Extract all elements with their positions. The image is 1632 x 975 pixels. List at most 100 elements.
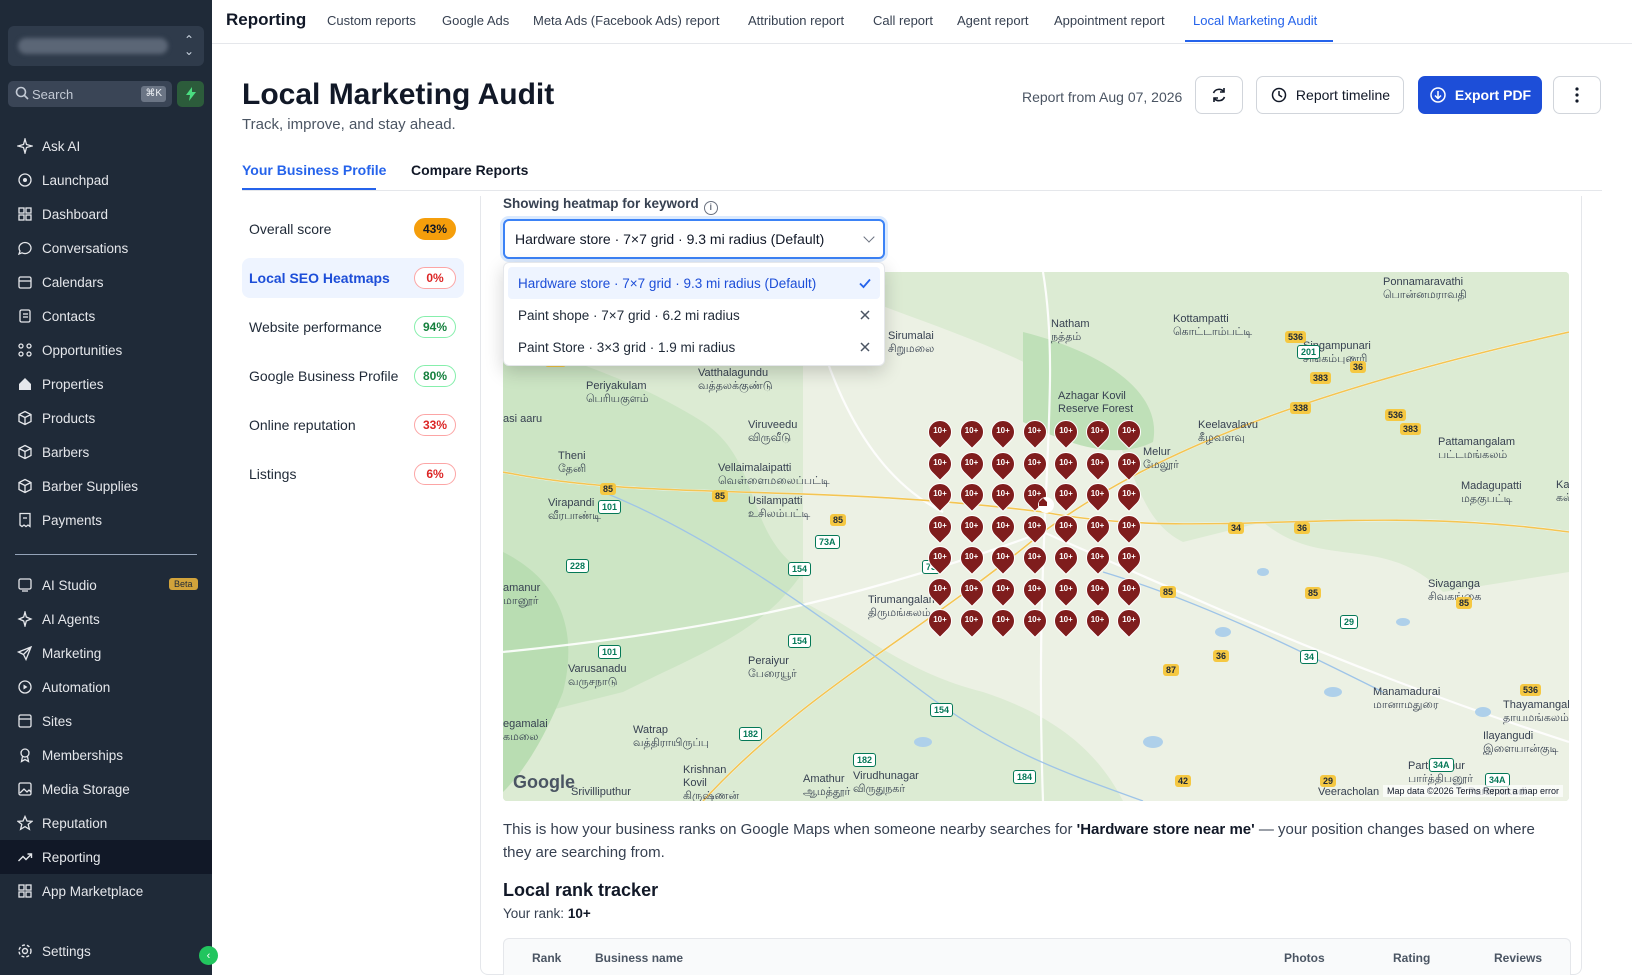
- heatmap-pin[interactable]: 10+: [986, 478, 1020, 515]
- heatmap-pin[interactable]: 10+: [1112, 604, 1146, 641]
- heatmap-pin[interactable]: 10+: [1049, 604, 1083, 641]
- tab-custom-reports[interactable]: Custom reports: [327, 13, 416, 28]
- heatmap-pin[interactable]: 10+: [954, 478, 989, 515]
- heatmap-pin[interactable]: 10+: [1049, 572, 1083, 610]
- tab-call-report[interactable]: Call report: [873, 13, 933, 28]
- remove-keyword-icon[interactable]: [858, 308, 872, 322]
- heatmap-pin[interactable]: 10+: [1080, 541, 1115, 578]
- heatmap-pin[interactable]: 10+: [923, 509, 957, 547]
- sidebar-item-dashboard[interactable]: Dashboard: [0, 197, 212, 231]
- sidebar-item-products[interactable]: Products: [0, 401, 212, 435]
- heatmap-pin[interactable]: 10+: [1112, 541, 1146, 578]
- sidebar-item-ask-ai[interactable]: Ask AI: [0, 129, 212, 163]
- heatmap-pin[interactable]: 10+: [1112, 415, 1146, 452]
- heatmap-pin[interactable]: 10+: [1080, 604, 1115, 641]
- score-item-google-business-profile[interactable]: Google Business Profile 80%: [242, 356, 464, 396]
- sidebar-item-ai-agents[interactable]: AI Agents: [0, 602, 212, 636]
- heatmap-pin[interactable]: 10+: [954, 604, 989, 641]
- account-switcher[interactable]: ⌃ ⌄: [8, 26, 204, 66]
- sidebar-item-settings[interactable]: Settings: [0, 934, 212, 968]
- keyword-option[interactable]: Paint Store · 3×3 grid · 1.9 mi radius: [508, 331, 880, 363]
- heatmap-pin[interactable]: 10+: [1017, 572, 1052, 610]
- info-icon[interactable]: i: [703, 201, 718, 215]
- sidebar-item-launchpad[interactable]: Launchpad: [0, 163, 212, 197]
- heatmap-pin[interactable]: 10+: [986, 446, 1020, 484]
- heatmap-pin[interactable]: 10+: [954, 572, 989, 610]
- sidebar-item-app-marketplace[interactable]: App Marketplace: [0, 874, 212, 908]
- sidebar-item-memberships[interactable]: Memberships: [0, 738, 212, 772]
- heatmap-pin[interactable]: 10+: [954, 446, 989, 484]
- score-item-website-performance[interactable]: Website performance 94%: [242, 307, 464, 347]
- column-photos[interactable]: Photos: [1284, 951, 1325, 965]
- heatmap-pin[interactable]: 10+: [954, 541, 989, 578]
- keyword-option[interactable]: Hardware store · 7×7 grid · 9.3 mi radiu…: [508, 267, 880, 299]
- heatmap-pin[interactable]: 10+: [1112, 478, 1146, 515]
- sidebar-item-reputation[interactable]: Reputation: [0, 806, 212, 840]
- sidebar-item-sites[interactable]: Sites: [0, 704, 212, 738]
- heatmap-pin[interactable]: 10+: [923, 541, 957, 578]
- heatmap-pin[interactable]: 10+: [954, 415, 989, 452]
- heatmap-pin[interactable]: 10+: [986, 604, 1020, 641]
- tab-compare-reports[interactable]: Compare Reports: [411, 162, 528, 178]
- collapse-sidebar-button[interactable]: ‹: [199, 946, 218, 965]
- sidebar-item-barber-supplies[interactable]: Barber Supplies: [0, 469, 212, 503]
- tab-agent-report[interactable]: Agent report: [957, 13, 1029, 28]
- heatmap-pin[interactable]: 10+: [1017, 415, 1052, 452]
- sidebar-item-opportunities[interactable]: Opportunities: [0, 333, 212, 367]
- score-item-online-reputation[interactable]: Online reputation 33%: [242, 405, 464, 445]
- heatmap-pin[interactable]: 10+: [1112, 572, 1146, 610]
- report-timeline-button[interactable]: Report timeline: [1256, 76, 1404, 114]
- heatmap-pin[interactable]: 10+: [923, 446, 957, 484]
- refresh-button[interactable]: [1195, 76, 1243, 114]
- export-pdf-button[interactable]: Export PDF: [1418, 76, 1542, 114]
- heatmap-pin[interactable]: 10+: [1049, 478, 1083, 515]
- sidebar-item-barbers[interactable]: Barbers: [0, 435, 212, 469]
- sidebar-item-conversations[interactable]: Conversations: [0, 231, 212, 265]
- sidebar-item-marketing[interactable]: Marketing: [0, 636, 212, 670]
- search-input[interactable]: Search ⌘K: [8, 81, 172, 107]
- heatmap-pin[interactable]: 10+: [1017, 509, 1052, 547]
- heatmap-pin[interactable]: 10+: [986, 415, 1020, 452]
- score-item-overall-score[interactable]: Overall score 43%: [242, 209, 464, 249]
- heatmap-pin[interactable]: 10+: [1049, 415, 1083, 452]
- heatmap-pin[interactable]: 10+: [1080, 478, 1115, 515]
- sidebar-item-automation[interactable]: Automation: [0, 670, 212, 704]
- sidebar-item-calendars[interactable]: Calendars: [0, 265, 212, 299]
- column-reviews[interactable]: Reviews: [1494, 951, 1542, 965]
- sidebar-item-contacts[interactable]: Contacts: [0, 299, 212, 333]
- sidebar-item-ai-studio[interactable]: AI Studio Beta: [0, 568, 212, 602]
- heatmap-pin[interactable]: 10+: [1049, 541, 1083, 578]
- tab-google-ads[interactable]: Google Ads: [442, 13, 509, 28]
- more-options-button[interactable]: [1553, 76, 1601, 114]
- heatmap-pin[interactable]: 10+: [1017, 604, 1052, 641]
- keyword-select[interactable]: Hardware store · 7×7 grid · 9.3 mi radiu…: [503, 219, 885, 259]
- keyword-option[interactable]: Paint shope · 7×7 grid · 6.2 mi radius: [508, 299, 880, 331]
- sidebar-item-properties[interactable]: Properties: [0, 367, 212, 401]
- column-rank[interactable]: Rank: [532, 951, 561, 965]
- heatmap-pin[interactable]: 10+: [1080, 509, 1115, 547]
- heatmap-pin[interactable]: 10+: [1017, 446, 1052, 484]
- tab-meta-ads-facebook-ads-report[interactable]: Meta Ads (Facebook Ads) report: [533, 13, 719, 28]
- tab-your-business-profile[interactable]: Your Business Profile: [242, 162, 386, 178]
- sidebar-item-payments[interactable]: Payments: [0, 503, 212, 537]
- heatmap-pin[interactable]: 10+: [1080, 572, 1115, 610]
- score-item-listings[interactable]: Listings 6%: [242, 454, 464, 494]
- heatmap-pin[interactable]: 10+: [923, 604, 957, 641]
- heatmap-pin[interactable]: 10+: [986, 509, 1020, 547]
- sidebar-item-reporting[interactable]: Reporting: [0, 840, 212, 874]
- heatmap-pin[interactable]: 10+: [986, 572, 1020, 610]
- heatmap-pin[interactable]: 10+: [923, 415, 957, 452]
- quick-action-button[interactable]: [177, 81, 204, 107]
- heatmap-pin[interactable]: 10+: [986, 541, 1020, 578]
- heatmap-pin[interactable]: 10+: [1112, 446, 1146, 484]
- tab-local-marketing-audit[interactable]: Local Marketing Audit: [1193, 13, 1317, 28]
- heatmap-pin[interactable]: 10+: [923, 478, 957, 515]
- tab-attribution-report[interactable]: Attribution report: [748, 13, 844, 28]
- heatmap-pin[interactable]: 10+: [1017, 541, 1052, 578]
- tab-appointment-report[interactable]: Appointment report: [1054, 13, 1165, 28]
- heatmap-pin[interactable]: 10+: [954, 509, 989, 547]
- column-business-name[interactable]: Business name: [595, 951, 683, 965]
- heatmap-pin[interactable]: 10+: [1049, 446, 1083, 484]
- map-footer[interactable]: Map data ©2026 Terms Report a map error: [1382, 785, 1563, 797]
- score-item-local-seo-heatmaps[interactable]: Local SEO Heatmaps 0%: [242, 258, 464, 298]
